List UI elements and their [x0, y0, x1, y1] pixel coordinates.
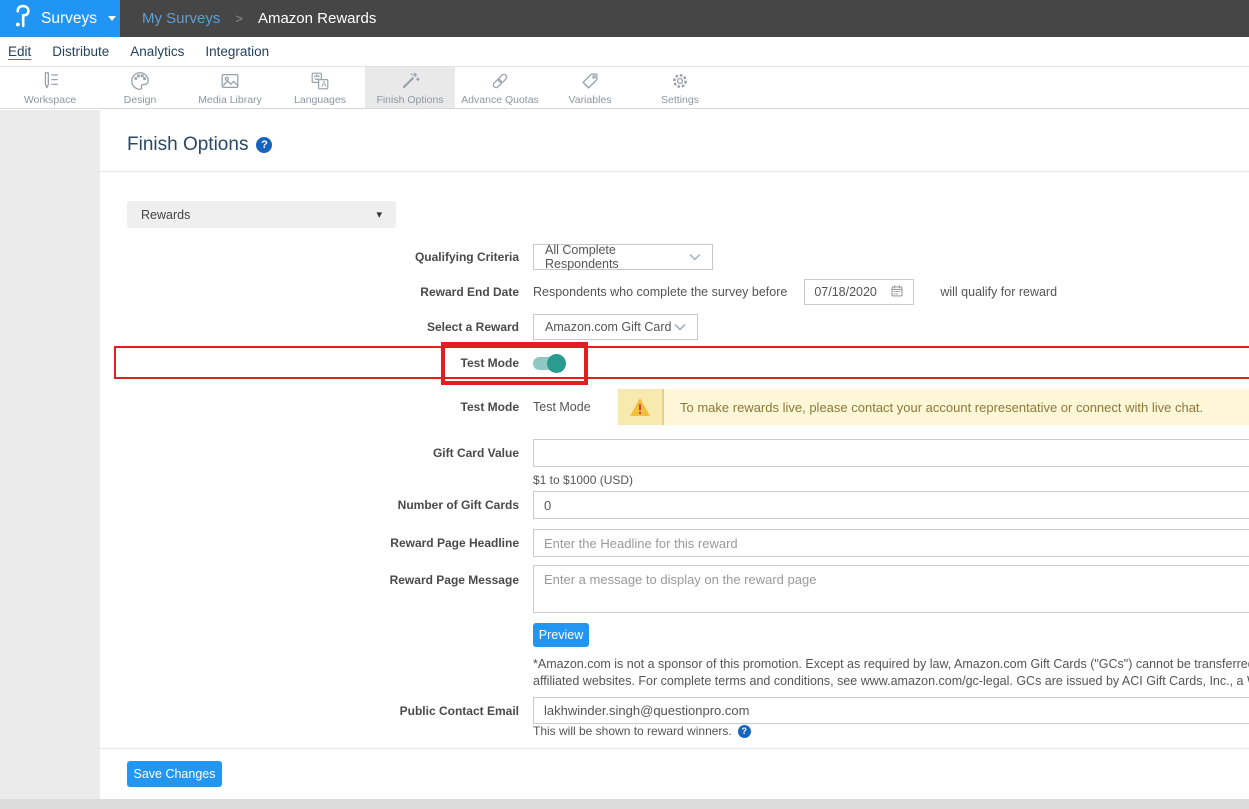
- number-of-gift-cards-input[interactable]: [533, 491, 1249, 519]
- variables-icon: [579, 70, 601, 92]
- bottom-strip: [0, 799, 1249, 809]
- public-contact-email-input[interactable]: [533, 697, 1249, 724]
- reward-page-headline-input[interactable]: [533, 529, 1249, 557]
- select-a-reward-select[interactable]: Amazon.com Gift Card: [533, 314, 698, 340]
- test-mode-status-value: Test Mode: [533, 400, 595, 414]
- chevron-down-icon: [674, 323, 686, 331]
- public-contact-email-label: Public Contact Email: [100, 704, 519, 718]
- tab-analytics[interactable]: Analytics: [130, 44, 184, 59]
- divider: [100, 171, 1249, 172]
- disclaimer-line: affiliated websites. For complete terms …: [533, 673, 1249, 690]
- advance-quotas-icon: [489, 70, 511, 92]
- preview-button[interactable]: Preview: [533, 623, 589, 647]
- tab-integration[interactable]: Integration: [205, 44, 269, 59]
- gift-card-value-label: Gift Card Value: [100, 446, 519, 460]
- breadcrumb-separator: >: [235, 11, 243, 26]
- select-a-reward-label: Select a Reward: [100, 320, 519, 334]
- divider: [100, 748, 1249, 749]
- reward-page-message-label: Reward Page Message: [100, 565, 519, 587]
- tab-distribute[interactable]: Distribute: [52, 44, 109, 59]
- toolbar-item-label: Media Library: [198, 94, 262, 106]
- reward-end-date-label: Reward End Date: [100, 285, 519, 299]
- breadcrumb: My Surveys > Amazon Rewards: [120, 0, 1249, 37]
- number-of-gift-cards-label: Number of Gift Cards: [100, 498, 519, 512]
- toolbar-item-languages[interactable]: A Languages: [275, 67, 365, 108]
- workspace-icon: [39, 70, 61, 92]
- toolbar-item-finish-options[interactable]: Finish Options: [365, 67, 455, 108]
- product-label: Surveys: [41, 10, 97, 28]
- languages-icon: A: [309, 70, 331, 92]
- test-mode-toggle-label: Test Mode: [100, 356, 519, 370]
- reward-end-date-input[interactable]: 07/18/2020: [804, 279, 914, 305]
- toolbar-item-label: Design: [124, 94, 157, 106]
- toolbar-item-advance-quotas[interactable]: Advance Quotas: [455, 67, 545, 108]
- breadcrumb-current-survey: Amazon Rewards: [258, 10, 376, 27]
- toolbar-item-label: Advance Quotas: [461, 94, 539, 106]
- toolbar-item-design[interactable]: Design: [95, 67, 185, 108]
- rewards-section-dropdown[interactable]: Rewards ▾: [127, 201, 396, 228]
- toolbar-item-variables[interactable]: Variables: [545, 67, 635, 108]
- design-icon: [129, 70, 151, 92]
- main-tabs: Edit Distribute Analytics Integration: [0, 37, 1249, 67]
- page-title: Finish Options ?: [127, 134, 272, 156]
- top-bar: Surveys My Surveys > Amazon Rewards: [0, 0, 1249, 37]
- toolbar-item-label: Languages: [294, 94, 346, 106]
- reward-page-headline-label: Reward Page Headline: [100, 536, 519, 550]
- amazon-disclaimer: *Amazon.com is not a sponsor of this pro…: [533, 656, 1249, 689]
- gift-card-value-input[interactable]: [533, 439, 1249, 467]
- reward-page-message-input[interactable]: [533, 565, 1249, 613]
- toolbar-item-label: Workspace: [24, 94, 76, 106]
- disclaimer-line: *Amazon.com is not a sponsor of this pro…: [533, 656, 1249, 673]
- toggle-knob: [547, 354, 566, 373]
- test-mode-status-label: Test Mode: [100, 400, 519, 414]
- warning-banner: To make rewards live, please contact you…: [618, 389, 1249, 425]
- gift-card-value-helper: $1 to $1000 (USD): [533, 473, 633, 487]
- public-contact-email-helper: This will be shown to reward winners. ?: [533, 724, 751, 738]
- breadcrumb-my-surveys[interactable]: My Surveys: [142, 10, 220, 27]
- toolbar-item-label: Variables: [569, 94, 612, 106]
- help-icon[interactable]: ?: [256, 137, 272, 153]
- media-library-icon: [219, 70, 241, 92]
- edit-toolbar: Workspace Design Media Library A: [0, 67, 1249, 109]
- chevron-down-icon: [108, 16, 116, 21]
- toolbar-item-label: Finish Options: [376, 94, 443, 106]
- finish-options-icon: [399, 70, 421, 92]
- reward-end-date-prefix: Respondents who complete the survey befo…: [533, 285, 787, 299]
- svg-text:A: A: [321, 80, 327, 89]
- caret-down-icon: ▾: [376, 208, 382, 221]
- reward-end-date-suffix: will qualify for reward: [940, 285, 1057, 299]
- save-changes-button[interactable]: Save Changes: [127, 761, 222, 787]
- calendar-icon: [890, 284, 904, 301]
- test-mode-toggle[interactable]: [533, 357, 563, 370]
- qualifying-criteria-label: Qualifying Criteria: [100, 250, 519, 264]
- toolbar-item-settings[interactable]: Settings: [635, 67, 725, 108]
- tab-edit[interactable]: Edit: [8, 44, 31, 59]
- warning-icon: [618, 389, 664, 425]
- page-background: Finish Options ? Rewards ▾ Qualifying Cr…: [0, 110, 1249, 809]
- toolbar-item-label: Settings: [661, 94, 699, 106]
- finish-options-panel: Finish Options ? Rewards ▾ Qualifying Cr…: [100, 110, 1249, 799]
- help-icon[interactable]: ?: [738, 725, 751, 738]
- warning-message: To make rewards live, please contact you…: [664, 389, 1219, 425]
- qualifying-criteria-select[interactable]: All Complete Respondents: [533, 244, 713, 270]
- chevron-down-icon: [689, 253, 701, 261]
- settings-icon: [669, 70, 691, 92]
- questionpro-logo-icon: [13, 4, 32, 33]
- toolbar-item-workspace[interactable]: Workspace: [5, 67, 95, 108]
- toolbar-item-media-library[interactable]: Media Library: [185, 67, 275, 108]
- surveys-menu-button[interactable]: Surveys: [0, 0, 120, 37]
